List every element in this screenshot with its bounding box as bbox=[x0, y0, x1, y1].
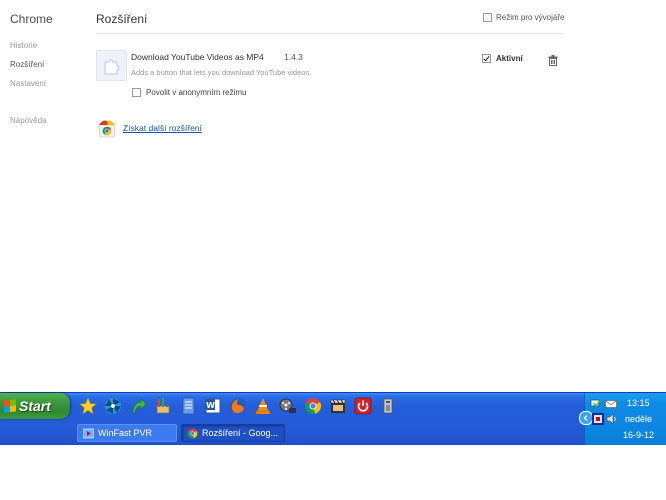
mail-icon[interactable] bbox=[605, 398, 617, 410]
page-title: Rozšíření bbox=[96, 12, 148, 26]
firefox-icon[interactable] bbox=[228, 396, 248, 416]
quick-launch-bar: W bbox=[78, 396, 398, 416]
header-divider bbox=[96, 33, 564, 34]
puzzle-piece-icon bbox=[96, 50, 127, 81]
taskbar-window-label: Rozšíření - Goog... bbox=[202, 428, 279, 438]
taskbar-window-winfast[interactable]: WinFast PVR bbox=[77, 424, 177, 442]
extension-name: Download YouTube Videos as MP4 bbox=[131, 52, 264, 62]
clapperboard-icon[interactable] bbox=[328, 396, 348, 416]
enabled-checkbox[interactable] bbox=[482, 54, 491, 63]
get-more-extensions-link[interactable]: Získat další rozšíření bbox=[123, 123, 202, 133]
pinwheel-icon[interactable] bbox=[103, 396, 123, 416]
developer-mode-checkbox[interactable] bbox=[483, 13, 492, 22]
incognito-label: Povolit v anonymním režimu bbox=[146, 88, 247, 97]
start-label: Start bbox=[19, 398, 51, 414]
chrome-icon[interactable] bbox=[303, 396, 323, 416]
power-icon[interactable] bbox=[353, 396, 373, 416]
trash-icon[interactable] bbox=[548, 53, 558, 71]
chrome-icon bbox=[187, 428, 198, 439]
star-icon[interactable] bbox=[78, 396, 98, 416]
web-store-icon[interactable] bbox=[97, 118, 117, 143]
enabled-label: Aktivní bbox=[496, 54, 523, 63]
extension-version: 1.4.3 bbox=[284, 52, 303, 62]
incognito-toggle[interactable]: Povolit v anonymním režimu bbox=[132, 88, 246, 97]
chrome-brand-title: Chrome bbox=[10, 12, 53, 26]
vlc-icon[interactable] bbox=[253, 396, 273, 416]
antivirus-icon[interactable] bbox=[592, 413, 604, 425]
sidebar-item-extensions[interactable]: Rozšíření bbox=[10, 60, 46, 79]
sidebar-item-help[interactable]: Nápověda bbox=[10, 116, 46, 125]
chevron-left-icon[interactable] bbox=[579, 411, 593, 425]
system-tray: 13:15 neděle 16-9-12 bbox=[579, 393, 666, 445]
sidebar-nav: Historie Rozšíření Nastavení bbox=[10, 41, 46, 98]
windows-logo-icon bbox=[4, 399, 16, 413]
developer-mode-toggle[interactable]: Režim pro vývojáře bbox=[483, 13, 564, 22]
enabled-toggle[interactable]: Aktivní bbox=[482, 54, 523, 63]
tray-date: 16-9-12 bbox=[623, 430, 655, 440]
word-icon[interactable]: W bbox=[203, 396, 223, 416]
network-icon[interactable] bbox=[590, 398, 602, 410]
film-reel-icon[interactable] bbox=[278, 396, 298, 416]
tray-day: neděle bbox=[625, 414, 653, 424]
windows-taskbar: Start W WinFast PVR Rozšíření - Goog... … bbox=[0, 392, 666, 445]
extension-description: Adds a button that lets you download You… bbox=[131, 68, 312, 77]
winfast-icon bbox=[82, 428, 95, 439]
brush-icon[interactable] bbox=[153, 396, 173, 416]
volume-icon[interactable] bbox=[606, 413, 618, 425]
svg-text:W: W bbox=[206, 401, 215, 410]
sidebar-item-settings[interactable]: Nastavení bbox=[10, 79, 46, 98]
document-icon[interactable] bbox=[178, 396, 198, 416]
green-arrow-icon[interactable] bbox=[128, 396, 148, 416]
tray-clock[interactable]: 13:15 bbox=[627, 398, 650, 408]
tool-icon[interactable] bbox=[378, 396, 398, 416]
developer-mode-label: Režim pro vývojáře bbox=[496, 13, 565, 22]
taskbar-window-chrome[interactable]: Rozšíření - Goog... bbox=[181, 424, 285, 442]
taskbar-window-label: WinFast PVR bbox=[98, 428, 153, 438]
start-button[interactable]: Start bbox=[0, 393, 70, 419]
sidebar-item-history[interactable]: Historie bbox=[10, 41, 46, 60]
incognito-checkbox[interactable] bbox=[132, 88, 141, 97]
